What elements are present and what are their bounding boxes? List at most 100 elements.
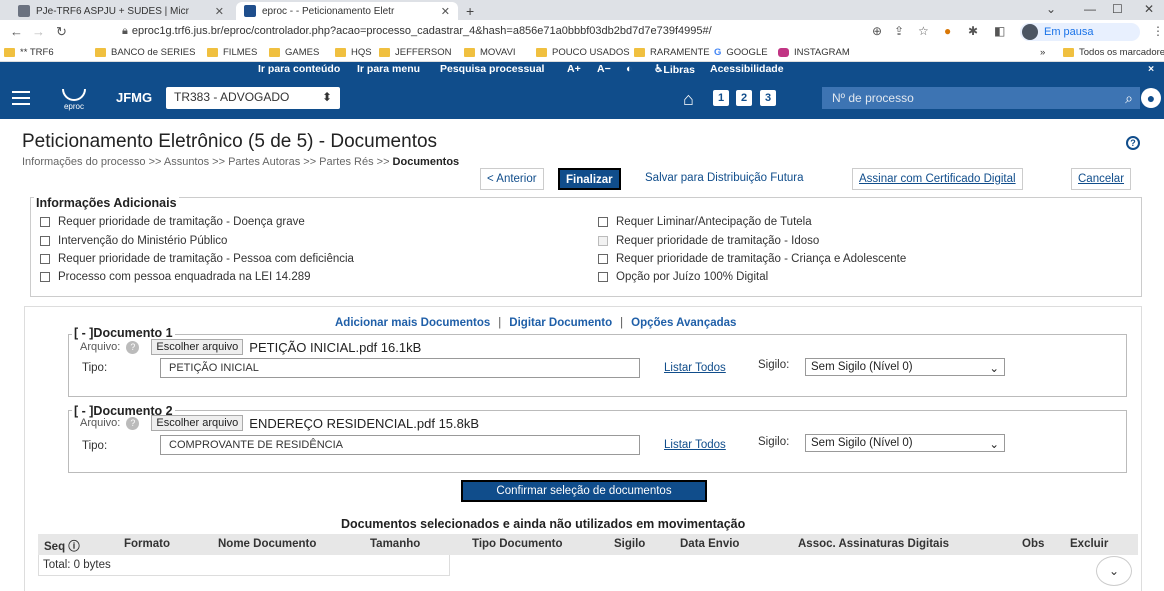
pje-favicon-icon — [18, 5, 30, 17]
shortcut-1-button[interactable]: 1 — [713, 90, 729, 106]
search-icon[interactable]: ⌕ — [1118, 87, 1140, 109]
reload-icon[interactable]: ↻ — [56, 24, 67, 40]
all-bookmarks-folder[interactable]: Todos os marcadores — [1063, 47, 1164, 58]
close-accessibility-bar-icon[interactable]: × — [1148, 63, 1154, 75]
bookmark-pouco-usados[interactable]: POUCO USADOS — [536, 47, 630, 58]
document-2-type-input[interactable]: COMPROVANTE DE RESIDÊNCIA — [160, 435, 640, 455]
choose-file-button[interactable]: Escolher arquivo — [151, 415, 244, 431]
checkbox-box[interactable] — [598, 272, 608, 282]
checkbox-box[interactable] — [598, 217, 608, 227]
extensions-puzzle-icon[interactable]: ✱ — [968, 24, 978, 38]
bookmark-jefferson[interactable]: JEFFERSON — [379, 47, 451, 58]
browser-menu-icon[interactable]: ⋮ — [1152, 24, 1164, 38]
checkbox-box[interactable] — [40, 254, 50, 264]
tipo-label: Tipo: — [82, 362, 108, 374]
logo-arc-icon — [62, 89, 86, 101]
bookmark-banco-de-series[interactable]: BANCO de SERIES — [95, 47, 195, 58]
previous-button[interactable]: < Anterior — [480, 168, 544, 190]
browser-tab-bar: PJe-TRF6 ASPJU + SUDES | Micr ✕ eproc - … — [0, 0, 1164, 20]
skip-to-menu-link[interactable]: Ir para menu — [357, 63, 420, 75]
decrease-font-button[interactable]: A− — [597, 63, 611, 75]
more-bookmarks-button[interactable]: » — [1040, 47, 1045, 58]
new-tab-icon[interactable]: + — [466, 3, 474, 19]
checkbox-box[interactable] — [40, 217, 50, 227]
checkbox-juizo-digital[interactable]: Opção por Juízo 100% Digital — [598, 271, 768, 283]
maximize-icon[interactable]: ☐ — [1112, 2, 1123, 16]
choose-file-button[interactable]: Escolher arquivo — [151, 339, 244, 355]
document-1-sigilo-select[interactable]: Sem Sigilo (Nível 0) ⌄ — [805, 358, 1005, 376]
document-1-type-input[interactable]: PETIÇÃO INICIAL — [160, 358, 640, 378]
checkbox-crianca-adolescente[interactable]: Requer prioridade de tramitação - Crianç… — [598, 253, 906, 265]
bookmark-instagram[interactable]: INSTAGRAM — [778, 47, 850, 58]
help-icon[interactable]: ⓘ — [68, 541, 80, 553]
back-icon[interactable]: ← — [10, 24, 23, 39]
document-1-list-all-link[interactable]: Listar Todos — [664, 362, 726, 374]
extension-icon[interactable]: ● — [944, 24, 951, 38]
profile-button[interactable]: Em pausa — [1020, 23, 1140, 41]
skip-to-content-link[interactable]: Ir para conteúdo — [258, 63, 340, 75]
finish-button[interactable]: Finalizar — [558, 168, 621, 190]
column-header-nome: Nome Documento — [218, 538, 317, 550]
bookmark-filmes[interactable]: FILMES — [207, 47, 257, 58]
eproc-logo: eproc — [60, 85, 88, 113]
home-icon[interactable]: ⌂ — [683, 89, 694, 110]
document-1-toggle[interactable]: [ - ]Documento 1 — [72, 326, 175, 340]
bookmark-google[interactable]: G GOOGLE — [714, 47, 768, 58]
bookmark-trf6[interactable]: ** TRF6 — [4, 47, 54, 58]
process-number-input[interactable]: Nº de processo — [822, 87, 1118, 109]
close-tab-icon[interactable]: ✕ — [441, 5, 450, 18]
libras-link[interactable]: ♿︎ Libras — [654, 63, 695, 76]
checkbox-liminar[interactable]: Requer Liminar/Antecipação de Tutela — [598, 216, 812, 228]
checkbox-lei-14289[interactable]: Processo com pessoa enquadrada na LEI 14… — [40, 271, 311, 283]
profile-select[interactable]: TR383 - ADVOGADO ⬍ — [166, 87, 340, 109]
address-bar: ← → ↻ 🔒︎ eproc1g.trf6.jus.br/eproc/contro… — [0, 20, 1164, 44]
help-icon[interactable]: ? — [1126, 136, 1140, 150]
url-field[interactable]: 🔒︎ eproc1g.trf6.jus.br/eproc/controlador.… — [122, 25, 712, 38]
confirm-selection-button[interactable]: Confirmar seleção de documentos — [461, 480, 707, 502]
bookmark-hqs[interactable]: HQS — [335, 47, 372, 58]
shortcut-2-button[interactable]: 2 — [736, 90, 752, 106]
minimize-icon[interactable]: — — [1084, 2, 1096, 16]
checkbox-ministerio-publico[interactable]: Intervenção do Ministério Público — [40, 235, 227, 247]
advanced-options-link[interactable]: Opções Avançadas — [631, 317, 736, 329]
scroll-down-icon[interactable]: ⌄ — [1096, 556, 1132, 586]
hamburger-menu-icon[interactable] — [12, 91, 30, 105]
checkbox-box[interactable] — [40, 272, 50, 282]
process-search-link[interactable]: Pesquisa processual — [440, 63, 544, 75]
tab-title: eproc - - Peticionamento Eletr — [262, 5, 395, 17]
bookmark-movavi[interactable]: MOVAVI — [464, 47, 516, 58]
contrast-icon[interactable]: ◐ — [626, 63, 632, 75]
add-documents-link[interactable]: Adicionar mais Documentos — [335, 317, 490, 329]
browser-tab-eproc[interactable]: eproc - - Peticionamento Eletr ✕ — [236, 2, 458, 20]
bookmark-games[interactable]: GAMES — [269, 47, 319, 58]
sign-certificate-button[interactable]: Assinar com Certificado Digital — [852, 168, 1023, 190]
share-icon[interactable]: ⇪ — [894, 24, 904, 38]
accessibility-link[interactable]: Acessibilidade — [710, 63, 784, 75]
shortcut-3-button[interactable]: 3 — [760, 90, 776, 106]
document-2-list-all-link[interactable]: Listar Todos — [664, 439, 726, 451]
side-panel-icon[interactable]: ◧ — [994, 24, 1005, 38]
close-tab-icon[interactable]: ✕ — [215, 5, 224, 18]
star-icon[interactable]: ☆ — [918, 24, 929, 38]
document-links: Adicionar mais Documentos | Digitar Docume… — [335, 317, 737, 329]
checkbox-doenca-grave[interactable]: Requer prioridade de tramitação - Doença… — [40, 216, 305, 228]
tab-search-chevron-icon[interactable]: ⌄ — [1046, 2, 1056, 16]
close-window-icon[interactable]: ✕ — [1144, 2, 1154, 16]
updown-icon: ⬍ — [321, 90, 332, 104]
bookmark-raramente[interactable]: RARAMENTE — [634, 47, 710, 58]
folder-icon — [269, 48, 280, 57]
help-icon[interactable]: ? — [126, 340, 140, 354]
save-future-button[interactable]: Salvar para Distribuição Futura — [639, 168, 810, 190]
type-document-link[interactable]: Digitar Documento — [509, 317, 612, 329]
checkbox-box[interactable] — [598, 254, 608, 264]
document-2-sigilo-select[interactable]: Sem Sigilo (Nível 0) ⌄ — [805, 434, 1005, 452]
help-icon[interactable]: ? — [126, 416, 140, 430]
user-icon[interactable]: ● — [1141, 88, 1161, 108]
zoom-icon[interactable]: ⊕ — [872, 24, 882, 38]
increase-font-button[interactable]: A+ — [567, 63, 581, 75]
cancel-button[interactable]: Cancelar — [1071, 168, 1132, 190]
checkbox-box[interactable] — [40, 236, 50, 246]
forward-icon[interactable]: → — [32, 24, 45, 39]
checkbox-pessoa-deficiencia[interactable]: Requer prioridade de tramitação - Pessoa… — [40, 253, 354, 265]
browser-tab-pje[interactable]: PJe-TRF6 ASPJU + SUDES | Micr ✕ — [10, 2, 232, 20]
